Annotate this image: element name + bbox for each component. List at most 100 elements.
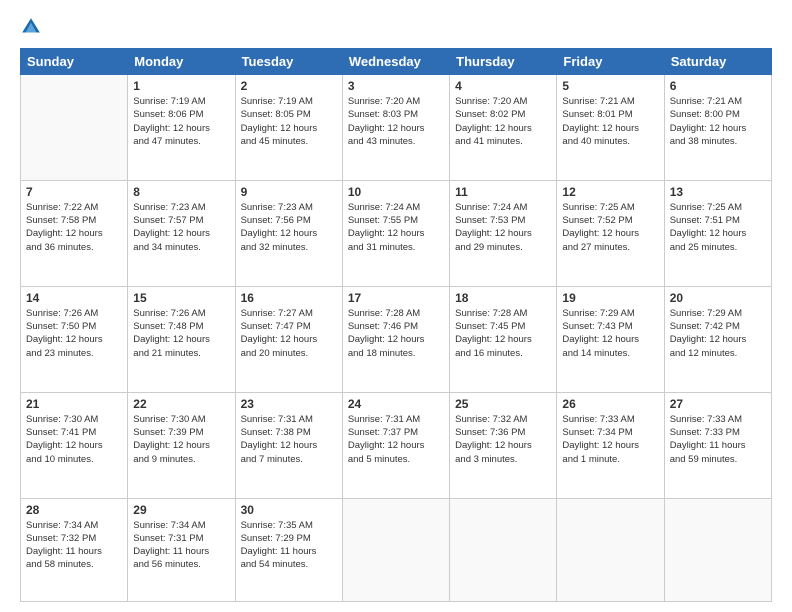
day-info: Sunrise: 7:21 AM Sunset: 8:01 PM Dayligh… [562, 95, 658, 148]
calendar-cell: 7 Sunrise: 7:22 AM Sunset: 7:58 PM Daylig… [21, 180, 128, 286]
calendar-week-4: 21 Sunrise: 7:30 AM Sunset: 7:41 PM Dayli… [21, 392, 772, 498]
day-info: Sunrise: 7:19 AM Sunset: 8:05 PM Dayligh… [241, 95, 337, 148]
day-number: 22 [133, 397, 229, 411]
calendar-cell: 20 Sunrise: 7:29 AM Sunset: 7:42 PM Dayli… [664, 286, 771, 392]
calendar-cell: 27Sunrise: 7:33 AM Sunset: 7:33 PM Dayli… [664, 392, 771, 498]
day-info: Sunrise: 7:22 AM Sunset: 7:58 PM Dayligh… [26, 201, 122, 254]
day-info: Sunrise: 7:28 AM Sunset: 7:45 PM Dayligh… [455, 307, 551, 360]
calendar-cell: 29Sunrise: 7:34 AM Sunset: 7:31 PM Dayli… [128, 498, 235, 602]
day-number: 18 [455, 291, 551, 305]
day-number: 23 [241, 397, 337, 411]
header [20, 16, 772, 38]
day-info: Sunrise: 7:29 AM Sunset: 7:42 PM Dayligh… [670, 307, 766, 360]
day-number: 12 [562, 185, 658, 199]
day-number: 17 [348, 291, 444, 305]
calendar-cell [557, 498, 664, 602]
calendar-week-2: 7 Sunrise: 7:22 AM Sunset: 7:58 PM Daylig… [21, 180, 772, 286]
calendar-cell: 3 Sunrise: 7:20 AM Sunset: 8:03 PM Daylig… [342, 75, 449, 181]
day-info: Sunrise: 7:20 AM Sunset: 8:02 PM Dayligh… [455, 95, 551, 148]
day-number: 21 [26, 397, 122, 411]
day-info: Sunrise: 7:34 AM Sunset: 7:32 PM Dayligh… [26, 519, 122, 572]
day-info: Sunrise: 7:35 AM Sunset: 7:29 PM Dayligh… [241, 519, 337, 572]
day-info: Sunrise: 7:27 AM Sunset: 7:47 PM Dayligh… [241, 307, 337, 360]
calendar-header-saturday: Saturday [664, 49, 771, 75]
day-number: 1 [133, 79, 229, 93]
day-info: Sunrise: 7:31 AM Sunset: 7:38 PM Dayligh… [241, 413, 337, 466]
calendar-cell [21, 75, 128, 181]
calendar-cell: 2 Sunrise: 7:19 AM Sunset: 8:05 PM Daylig… [235, 75, 342, 181]
day-number: 4 [455, 79, 551, 93]
day-number: 26 [562, 397, 658, 411]
calendar-header-tuesday: Tuesday [235, 49, 342, 75]
day-info: Sunrise: 7:31 AM Sunset: 7:37 PM Dayligh… [348, 413, 444, 466]
day-info: Sunrise: 7:30 AM Sunset: 7:39 PM Dayligh… [133, 413, 229, 466]
day-number: 5 [562, 79, 658, 93]
page: SundayMondayTuesdayWednesdayThursdayFrid… [0, 0, 792, 612]
day-number: 3 [348, 79, 444, 93]
calendar-header-friday: Friday [557, 49, 664, 75]
day-number: 28 [26, 503, 122, 517]
day-info: Sunrise: 7:26 AM Sunset: 7:50 PM Dayligh… [26, 307, 122, 360]
day-number: 2 [241, 79, 337, 93]
day-info: Sunrise: 7:25 AM Sunset: 7:52 PM Dayligh… [562, 201, 658, 254]
logo-icon [20, 16, 42, 38]
day-number: 9 [241, 185, 337, 199]
calendar-cell: 9 Sunrise: 7:23 AM Sunset: 7:56 PM Daylig… [235, 180, 342, 286]
calendar-header-row: SundayMondayTuesdayWednesdayThursdayFrid… [21, 49, 772, 75]
calendar-week-1: 1Sunrise: 7:19 AM Sunset: 8:06 PM Daylig… [21, 75, 772, 181]
calendar-cell: 6 Sunrise: 7:21 AM Sunset: 8:00 PM Daylig… [664, 75, 771, 181]
calendar-cell: 10Sunrise: 7:24 AM Sunset: 7:55 PM Dayli… [342, 180, 449, 286]
day-info: Sunrise: 7:34 AM Sunset: 7:31 PM Dayligh… [133, 519, 229, 572]
calendar-cell [450, 498, 557, 602]
calendar-week-3: 14 Sunrise: 7:26 AM Sunset: 7:50 PM Dayli… [21, 286, 772, 392]
calendar-cell [664, 498, 771, 602]
day-info: Sunrise: 7:23 AM Sunset: 7:56 PM Dayligh… [241, 201, 337, 254]
day-number: 10 [348, 185, 444, 199]
calendar-week-5: 28 Sunrise: 7:34 AM Sunset: 7:32 PM Dayli… [21, 498, 772, 602]
day-info: Sunrise: 7:30 AM Sunset: 7:41 PM Dayligh… [26, 413, 122, 466]
day-info: Sunrise: 7:23 AM Sunset: 7:57 PM Dayligh… [133, 201, 229, 254]
calendar-header-wednesday: Wednesday [342, 49, 449, 75]
calendar-cell: 28 Sunrise: 7:34 AM Sunset: 7:32 PM Dayli… [21, 498, 128, 602]
calendar-cell: 12 Sunrise: 7:25 AM Sunset: 7:52 PM Dayli… [557, 180, 664, 286]
day-info: Sunrise: 7:25 AM Sunset: 7:51 PM Dayligh… [670, 201, 766, 254]
day-info: Sunrise: 7:32 AM Sunset: 7:36 PM Dayligh… [455, 413, 551, 466]
day-number: 30 [241, 503, 337, 517]
day-number: 20 [670, 291, 766, 305]
calendar-cell: 21 Sunrise: 7:30 AM Sunset: 7:41 PM Dayli… [21, 392, 128, 498]
calendar-cell: 22 Sunrise: 7:30 AM Sunset: 7:39 PM Dayli… [128, 392, 235, 498]
calendar-cell: 18 Sunrise: 7:28 AM Sunset: 7:45 PM Dayli… [450, 286, 557, 392]
calendar-cell: 15 Sunrise: 7:26 AM Sunset: 7:48 PM Dayli… [128, 286, 235, 392]
day-number: 19 [562, 291, 658, 305]
calendar-header-thursday: Thursday [450, 49, 557, 75]
day-info: Sunrise: 7:20 AM Sunset: 8:03 PM Dayligh… [348, 95, 444, 148]
day-number: 6 [670, 79, 766, 93]
calendar-cell: 24 Sunrise: 7:31 AM Sunset: 7:37 PM Dayli… [342, 392, 449, 498]
day-number: 7 [26, 185, 122, 199]
calendar-header-monday: Monday [128, 49, 235, 75]
day-number: 15 [133, 291, 229, 305]
calendar-cell: 16 Sunrise: 7:27 AM Sunset: 7:47 PM Dayli… [235, 286, 342, 392]
calendar-cell: 13 Sunrise: 7:25 AM Sunset: 7:51 PM Dayli… [664, 180, 771, 286]
day-number: 14 [26, 291, 122, 305]
day-info: Sunrise: 7:28 AM Sunset: 7:46 PM Dayligh… [348, 307, 444, 360]
calendar-cell: 25 Sunrise: 7:32 AM Sunset: 7:36 PM Dayli… [450, 392, 557, 498]
calendar-cell: 5 Sunrise: 7:21 AM Sunset: 8:01 PM Daylig… [557, 75, 664, 181]
logo [20, 16, 46, 38]
calendar-cell: 14 Sunrise: 7:26 AM Sunset: 7:50 PM Dayli… [21, 286, 128, 392]
day-number: 16 [241, 291, 337, 305]
day-number: 25 [455, 397, 551, 411]
day-number: 11 [455, 185, 551, 199]
day-info: Sunrise: 7:21 AM Sunset: 8:00 PM Dayligh… [670, 95, 766, 148]
calendar-table: SundayMondayTuesdayWednesdayThursdayFrid… [20, 48, 772, 602]
day-number: 8 [133, 185, 229, 199]
day-info: Sunrise: 7:26 AM Sunset: 7:48 PM Dayligh… [133, 307, 229, 360]
calendar-cell: 11Sunrise: 7:24 AM Sunset: 7:53 PM Dayli… [450, 180, 557, 286]
calendar-cell: 26 Sunrise: 7:33 AM Sunset: 7:34 PM Dayli… [557, 392, 664, 498]
day-info: Sunrise: 7:33 AM Sunset: 7:34 PM Dayligh… [562, 413, 658, 466]
day-number: 24 [348, 397, 444, 411]
day-number: 13 [670, 185, 766, 199]
calendar-cell: 19Sunrise: 7:29 AM Sunset: 7:43 PM Dayli… [557, 286, 664, 392]
calendar-cell [342, 498, 449, 602]
calendar-header-sunday: Sunday [21, 49, 128, 75]
